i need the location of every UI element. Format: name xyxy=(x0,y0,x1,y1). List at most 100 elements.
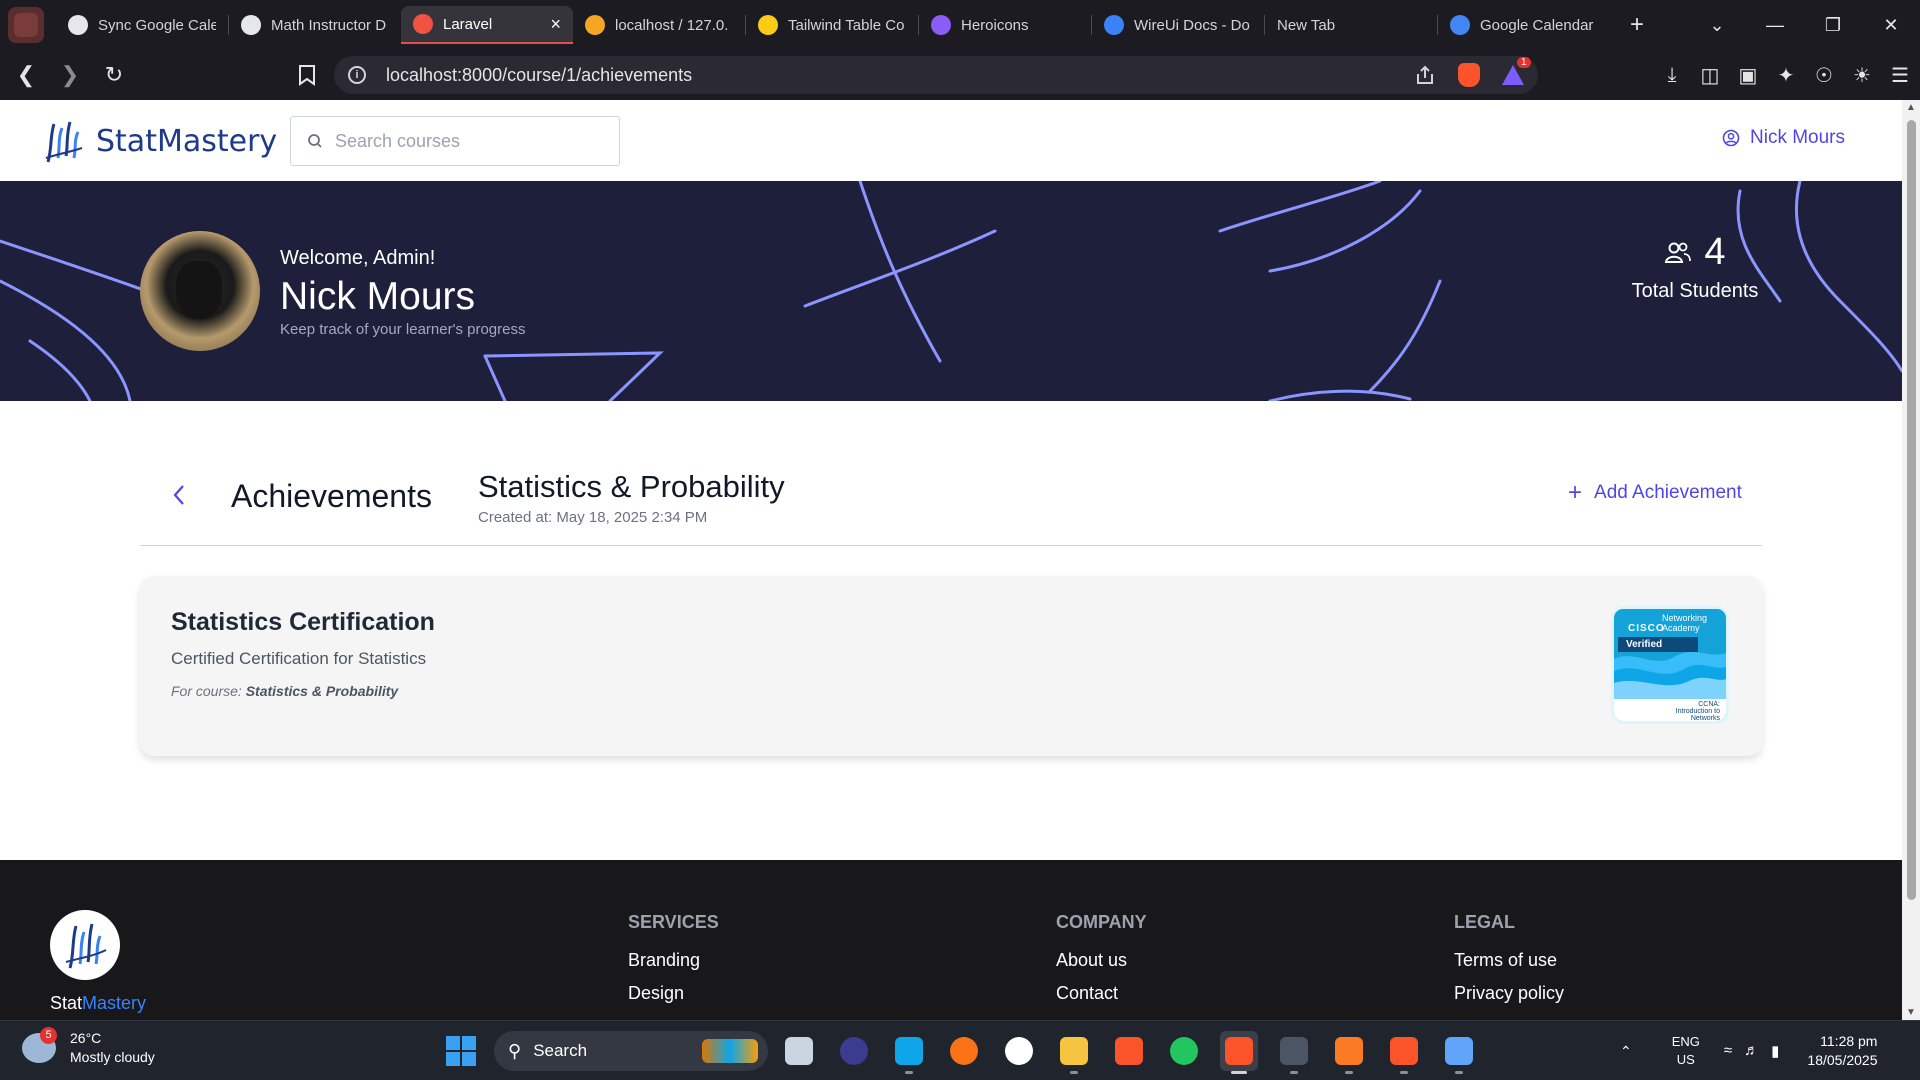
tab-label: localhost / 127.0. xyxy=(615,16,729,34)
page-viewport: StatMastery Nick Mours xyxy=(0,100,1902,1020)
back-button[interactable] xyxy=(164,475,194,515)
total-students-value: 4 xyxy=(1704,231,1726,273)
weather-widget[interactable]: 5 26°C Mostly cloudy xyxy=(22,1027,155,1067)
footer-link[interactable]: Design xyxy=(628,983,719,1004)
share-icon[interactable] xyxy=(1414,64,1436,86)
weather-temp: 26°C xyxy=(70,1030,102,1046)
show-hidden-icons-icon[interactable]: ⌃ xyxy=(1620,1043,1632,1060)
scrollbar-thumb[interactable] xyxy=(1907,120,1916,900)
extension-icon[interactable]: ☀ xyxy=(1850,63,1874,88)
brave-beta-icon[interactable] xyxy=(1385,1031,1423,1074)
search-input[interactable] xyxy=(335,130,605,152)
window-controls: ⌄ — ❐ ✕ xyxy=(1688,0,1920,50)
download-icon[interactable]: ⤓ xyxy=(1660,64,1684,87)
brave-rewards-icon[interactable]: 1 xyxy=(1502,57,1531,85)
windows-taskbar: 5 26°C Mostly cloudy ⚲ Search ⌃ ENG US ≈… xyxy=(0,1020,1920,1080)
footer-link[interactable]: Branding xyxy=(628,950,719,971)
site-logo[interactable]: StatMastery xyxy=(44,118,277,164)
clock[interactable]: 11:28 pm 18/05/2025 xyxy=(1807,1032,1877,1070)
browser-tab[interactable]: WireUi Docs - Do xyxy=(1092,6,1264,44)
footer-link[interactable]: Privacy policy xyxy=(1454,983,1564,1004)
search-highlight-image xyxy=(702,1039,758,1063)
profile-name: Nick Mours xyxy=(280,275,476,318)
wallet-icon[interactable]: ▣ xyxy=(1736,63,1760,88)
leo-ai-icon[interactable]: ✦ xyxy=(1774,63,1798,88)
windows-start-icon[interactable] xyxy=(446,1036,476,1066)
battery-icon[interactable]: ▮ xyxy=(1771,1042,1779,1060)
site-info-icon[interactable]: i xyxy=(348,66,366,84)
weather-badge: 5 xyxy=(40,1027,57,1044)
language-indicator[interactable]: ENG US xyxy=(1672,1033,1700,1069)
footer-link[interactable]: About us xyxy=(1056,950,1147,971)
browser-tab[interactable]: Math Instructor D xyxy=(229,6,401,44)
add-achievement-button[interactable]: + Add Achievement xyxy=(1568,479,1742,507)
bookmark-icon[interactable] xyxy=(294,60,320,90)
tab-search-icon[interactable]: ⌄ xyxy=(1688,15,1746,36)
user-menu[interactable]: Nick Mours xyxy=(1722,127,1845,149)
task-view-icon[interactable] xyxy=(780,1031,818,1071)
sidebar-icon[interactable]: ◫ xyxy=(1698,63,1722,88)
minimize-button[interactable]: — xyxy=(1746,15,1804,36)
achievement-badge-image[interactable]: Networking Academy CISCO Verified CCNA: … xyxy=(1611,606,1729,724)
terminal-icon[interactable] xyxy=(1275,1031,1313,1074)
vpn-icon[interactable]: ☉ xyxy=(1812,63,1836,88)
file-explorer-icon[interactable] xyxy=(1055,1031,1093,1074)
footer-link[interactable]: Contact xyxy=(1056,983,1147,1004)
menu-icon[interactable]: ☰ xyxy=(1888,63,1912,88)
footer-link[interactable]: Terms of use xyxy=(1454,950,1564,971)
maximize-button[interactable]: ❐ xyxy=(1804,15,1862,36)
course-title: Statistics & Probability xyxy=(478,469,785,504)
browser-toolbar: ❮ ❯ ↻ i localhost:8000/course/1/achievem… xyxy=(0,50,1920,100)
browser-tab[interactable]: Heroicons xyxy=(919,6,1091,44)
scroll-up-icon[interactable]: ▲ xyxy=(1906,102,1916,113)
user-name[interactable]: Nick Mours xyxy=(1750,127,1845,149)
eclipse-icon[interactable] xyxy=(835,1031,873,1071)
add-achievement-label: Add Achievement xyxy=(1594,482,1742,503)
close-tab-icon[interactable]: × xyxy=(550,14,561,35)
pinned-apps xyxy=(780,1031,1478,1074)
browser-tab[interactable]: New Tab xyxy=(1265,6,1437,44)
footer-column-legal: Legal Terms of use Privacy policy xyxy=(1454,912,1564,1004)
reload-icon[interactable]: ↻ xyxy=(96,57,132,93)
avatar xyxy=(140,231,260,351)
url-text[interactable]: localhost:8000/course/1/achievements xyxy=(386,65,692,86)
chrome-icon[interactable] xyxy=(1165,1031,1203,1071)
close-window-button[interactable]: ✕ xyxy=(1862,15,1920,36)
notepad-icon[interactable] xyxy=(1440,1031,1478,1074)
wifi-icon[interactable]: ≈ xyxy=(1724,1042,1732,1060)
page-title: Achievements xyxy=(231,478,432,514)
browser-tab[interactable]: Google Calendar xyxy=(1438,6,1610,44)
mongodb-compass-icon[interactable] xyxy=(1000,1031,1038,1071)
footer-column-services: Services Branding Design xyxy=(628,912,719,1004)
footer-column-company: Company About us Contact xyxy=(1056,912,1147,1004)
new-tab-button[interactable]: + xyxy=(1622,11,1652,39)
course-search[interactable] xyxy=(290,116,620,166)
globe-icon xyxy=(1104,15,1124,35)
address-bar[interactable]: i localhost:8000/course/1/achievements 1 xyxy=(334,56,1538,94)
profile-icon[interactable] xyxy=(8,7,44,43)
scroll-down-icon[interactable]: ▼ xyxy=(1906,1007,1916,1018)
footer-logo-icon[interactable] xyxy=(50,910,120,980)
browser-tab[interactable]: Sync Google Cale xyxy=(56,6,228,44)
forward-icon[interactable]: ❯ xyxy=(52,57,88,93)
xampp-icon[interactable] xyxy=(1330,1031,1368,1074)
profile-subtitle: Keep track of your learner's progress xyxy=(280,321,526,338)
brave-shields-icon[interactable] xyxy=(1458,63,1480,87)
badge-verified: Verified xyxy=(1618,637,1698,652)
brave-icon[interactable] xyxy=(1110,1031,1148,1071)
system-tray: ⌃ ENG US ≈ ♬ ▮ 11:28 pm 18/05/2025 xyxy=(1620,1021,1877,1080)
vscode-icon[interactable] xyxy=(890,1031,928,1074)
footer-heading: Company xyxy=(1056,912,1147,932)
volume-icon[interactable]: ♬ xyxy=(1744,1042,1759,1060)
page-scrollbar[interactable]: ▲ ▼ xyxy=(1902,100,1920,1020)
browser-tab[interactable]: Laravel × xyxy=(401,6,573,44)
weather-desc: Mostly cloudy xyxy=(70,1049,155,1065)
taskbar-search[interactable]: ⚲ Search xyxy=(494,1031,768,1071)
back-icon[interactable]: ❮ xyxy=(8,57,44,93)
achievement-card[interactable]: Statistics Certification Certified Certi… xyxy=(140,576,1762,756)
postman-icon[interactable] xyxy=(945,1031,983,1071)
browser-tab[interactable]: localhost / 127.0. xyxy=(573,6,745,44)
plus-icon: + xyxy=(1568,479,1583,506)
browser-tab[interactable]: Tailwind Table Co xyxy=(746,6,918,44)
brave-active-icon[interactable] xyxy=(1220,1031,1258,1074)
